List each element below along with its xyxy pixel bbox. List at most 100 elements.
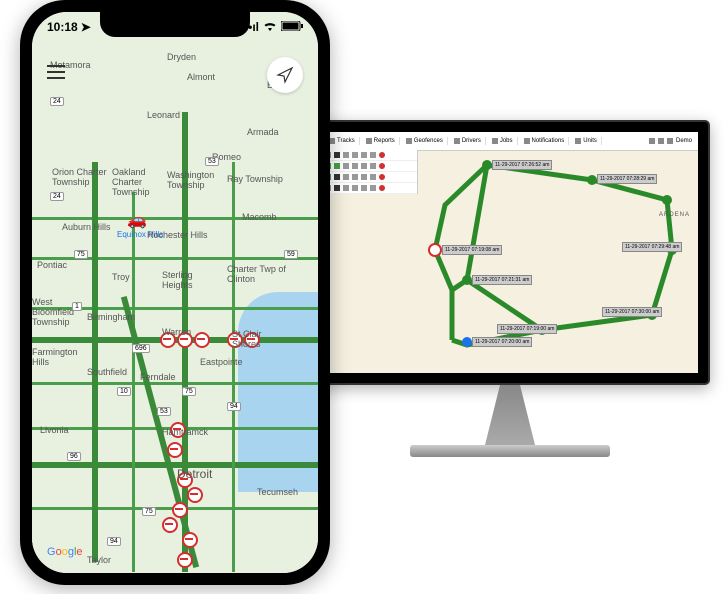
highway-shield: 75	[142, 507, 156, 516]
car-icon	[334, 185, 340, 191]
road-closed-icon	[172, 502, 188, 518]
highway-shield: 24	[50, 192, 64, 201]
highway-shield: 96	[67, 452, 81, 461]
unit-row[interactable]	[322, 161, 417, 172]
grid-icon[interactable]	[658, 138, 664, 144]
city-label: Birmingham	[87, 312, 135, 322]
gear-icon[interactable]	[370, 152, 376, 158]
tab-units[interactable]: Units	[571, 137, 602, 145]
timestamp-label: 11-29-2017 07:28:29 am	[597, 174, 657, 184]
car-icon	[334, 174, 340, 180]
wrench-icon[interactable]	[352, 185, 358, 191]
city-label: Almont	[187, 72, 215, 82]
eye-icon[interactable]	[361, 163, 367, 169]
highway-shield: 94	[227, 402, 241, 411]
gear-icon[interactable]	[370, 174, 376, 180]
timestamp-label: 11-29-2017 07:19:08 am	[442, 245, 502, 255]
car-icon	[334, 152, 340, 158]
highway-shield: 696	[132, 344, 150, 353]
waypoint-start[interactable]	[428, 243, 442, 257]
road	[232, 162, 235, 572]
gear-icon[interactable]	[370, 163, 376, 169]
battery-icon	[281, 20, 303, 34]
city-label: Orion Charter Township	[52, 167, 107, 187]
desktop-monitor: Tracks Reports Geofences Drivers Jobs No…	[310, 120, 710, 500]
delete-icon[interactable]	[379, 185, 385, 191]
timestamp-label: 11-29-2017 07:21:31 am	[472, 275, 532, 285]
monitor-base	[410, 445, 610, 457]
side-panel	[322, 150, 418, 194]
unit-row[interactable]	[322, 172, 417, 183]
delete-icon[interactable]	[379, 174, 385, 180]
city-label: Eastpointe	[200, 357, 243, 367]
tool-icon[interactable]	[343, 185, 349, 191]
desktop-app[interactable]: Tracks Reports Geofences Drivers Jobs No…	[322, 132, 698, 373]
google-logo: Google	[47, 546, 83, 558]
waypoint-end[interactable]	[462, 337, 472, 347]
road-closed-icon	[177, 552, 193, 568]
tab-geofences[interactable]: Geofences	[402, 137, 448, 145]
menu-button[interactable]	[47, 57, 77, 87]
wrench-icon[interactable]	[352, 174, 358, 180]
road-closed-icon	[162, 517, 178, 533]
phone-screen: 10:18 ➤ ••ıl	[32, 12, 318, 573]
city-label: Dryden	[167, 52, 196, 62]
timestamp-label: 11-29-2017 07:29:48 am	[622, 242, 682, 252]
gear-icon[interactable]	[370, 185, 376, 191]
waypoint[interactable]	[482, 160, 492, 170]
settings-icon[interactable]	[667, 138, 673, 144]
timestamp-label: 11-29-2017 07:20:00 am	[472, 337, 532, 347]
navigation-icon	[276, 66, 294, 84]
city-label: Troy	[112, 272, 130, 282]
vehicle-icon[interactable]: 🚗	[127, 210, 147, 230]
eye-icon[interactable]	[361, 174, 367, 180]
unit-row[interactable]	[322, 183, 417, 194]
tool-icon[interactable]	[343, 163, 349, 169]
highway-shield: 75	[182, 387, 196, 396]
phone-device: 10:18 ➤ ••ıl	[20, 0, 330, 585]
delete-icon[interactable]	[379, 152, 385, 158]
monitor-screen: Tracks Reports Geofences Drivers Jobs No…	[310, 120, 710, 385]
road-closed-icon	[182, 532, 198, 548]
timestamp-label: 11-29-2017 07:30:00 am	[602, 307, 662, 317]
highway-shield: 1	[72, 302, 82, 311]
eye-icon[interactable]	[361, 185, 367, 191]
city-label: Ray Township	[227, 174, 283, 184]
tab-reports[interactable]: Reports	[362, 137, 400, 145]
delete-icon[interactable]	[379, 163, 385, 169]
city-label: Charter Twp of Clinton	[227, 264, 287, 284]
wrench-icon[interactable]	[352, 152, 358, 158]
user-label[interactable]: Demo	[676, 138, 692, 144]
city-label: Ferndale	[140, 372, 176, 382]
tab-drivers[interactable]: Drivers	[450, 137, 486, 145]
unit-row[interactable]	[322, 150, 417, 161]
city-label: Sterling Heights	[162, 270, 202, 290]
city-label: Tecumseh	[257, 487, 298, 497]
navigation-button[interactable]	[267, 57, 303, 93]
tool-icon[interactable]	[343, 152, 349, 158]
road-closed-icon	[167, 442, 183, 458]
wrench-icon[interactable]	[352, 163, 358, 169]
tab-jobs[interactable]: Jobs	[488, 137, 518, 145]
city-label: Washington Township	[167, 170, 222, 190]
city-label: Auburn Hills	[62, 222, 111, 232]
road-closed-icon	[187, 487, 203, 503]
road-closed-icon	[194, 332, 210, 348]
highway-shield: 94	[107, 537, 121, 546]
city-label: Oakland Charter Township	[112, 167, 162, 197]
phone-map[interactable]: 🚗 Equinox Hills Metamora Dryden Almont B…	[32, 12, 318, 573]
city-label: Livonia	[40, 425, 69, 435]
waypoint[interactable]	[462, 275, 472, 285]
tool-icon[interactable]	[343, 174, 349, 180]
city-label: Farmington Hills	[32, 347, 82, 367]
tab-tracks[interactable]: Tracks	[325, 137, 360, 145]
highway-shield: 75	[74, 250, 88, 259]
search-icon[interactable]	[649, 138, 655, 144]
city-label: Armada	[247, 127, 279, 137]
timestamp-label: 11-29-2017 07:19:00 am	[497, 324, 557, 334]
tab-notifications[interactable]: Notifications	[520, 137, 570, 145]
eye-icon[interactable]	[361, 152, 367, 158]
waypoint[interactable]	[662, 195, 672, 205]
pause-icon[interactable]	[334, 163, 340, 169]
waypoint[interactable]	[587, 175, 597, 185]
